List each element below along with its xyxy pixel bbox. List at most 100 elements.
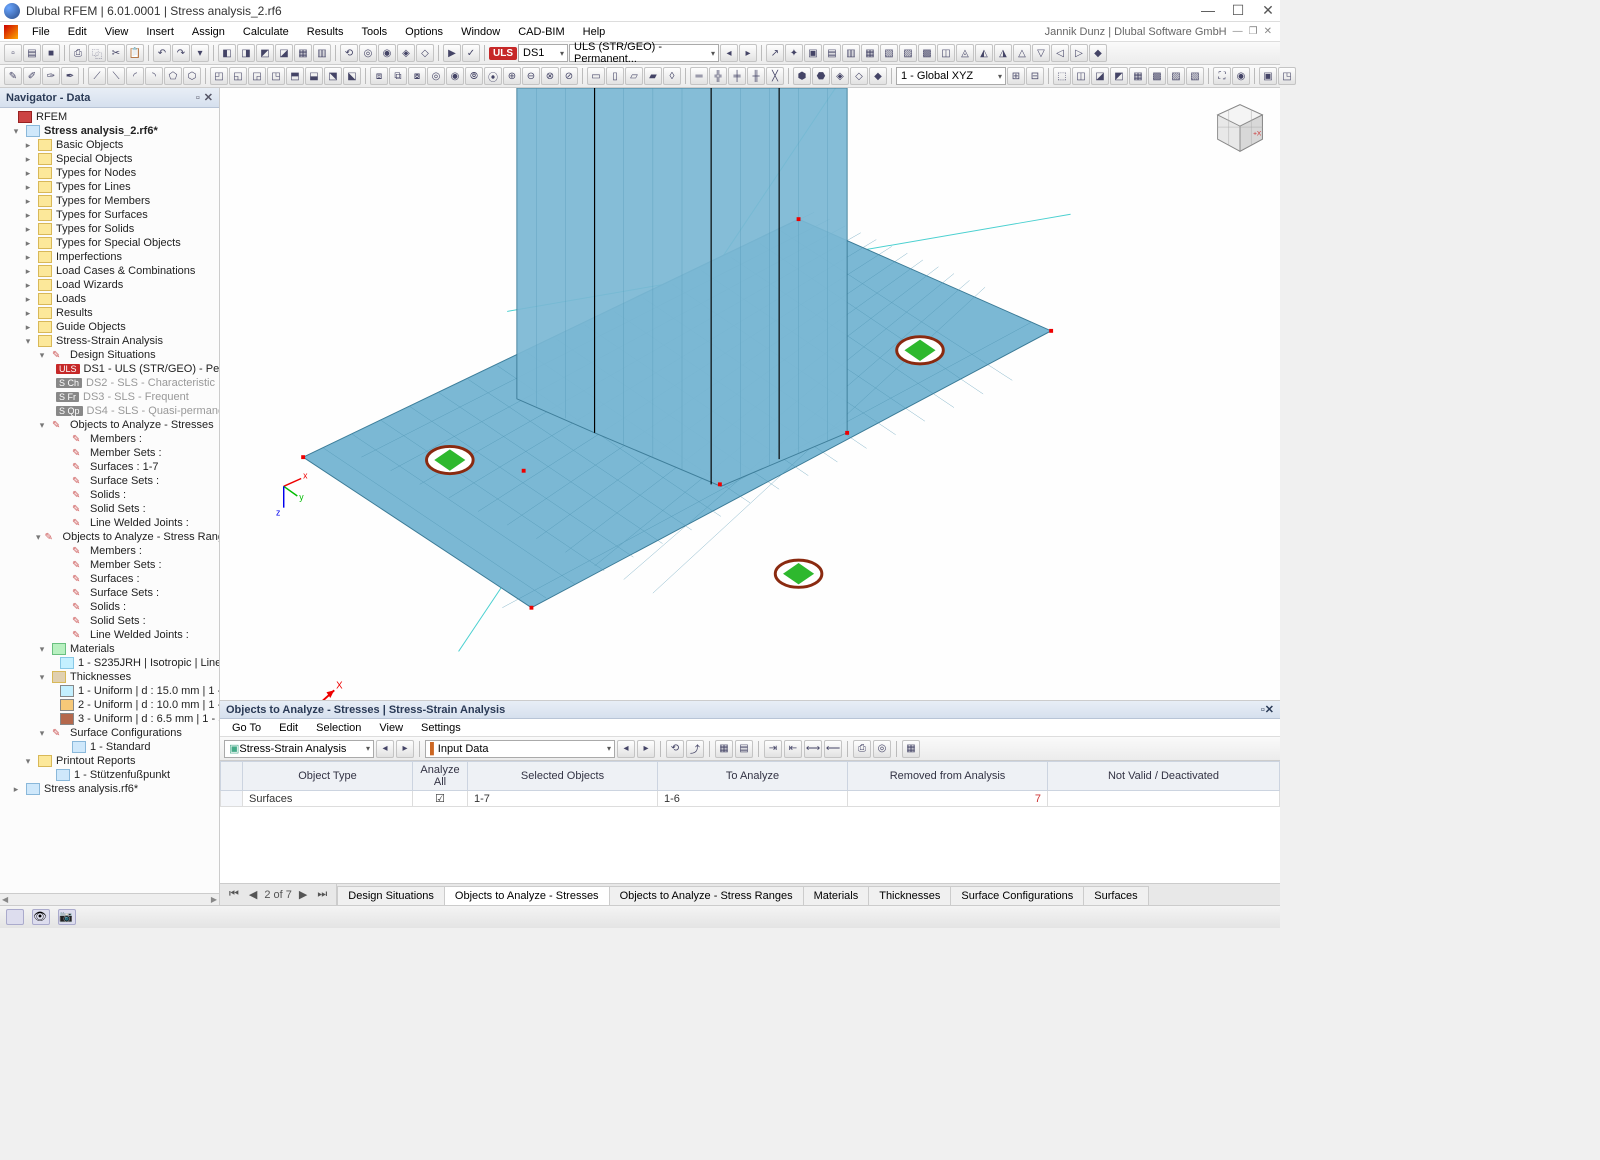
combo-coord[interactable]: 1 - Global XYZ [896,67,1006,85]
menu-file[interactable]: File [24,24,58,40]
tab-surfaces[interactable]: Surfaces [1083,886,1148,905]
r18-icon[interactable]: ◆ [1089,44,1107,62]
r12-icon[interactable]: ◭ [975,44,993,62]
e3-icon[interactable]: ✑ [42,67,60,85]
r7-icon[interactable]: ▧ [880,44,898,62]
sel5-icon[interactable]: ◊ [663,67,681,85]
bp-view[interactable]: View [371,721,411,735]
tab-design-situations[interactable]: Design Situations [337,886,445,905]
history-icon[interactable]: ▾ [191,44,209,62]
tree-folder[interactable]: ▸Guide Objects [0,320,219,334]
e13-icon[interactable]: ◲ [248,67,266,85]
r15-icon[interactable]: ▽ [1032,44,1050,62]
e14-icon[interactable]: ◳ [267,67,285,85]
paste-icon[interactable]: 📋 [126,44,144,62]
cut-icon[interactable]: ✂ [107,44,125,62]
r5-icon[interactable]: ▥ [842,44,860,62]
tree-ota-item[interactable]: Surfaces : 1-7 [0,460,219,474]
tree-ota-item[interactable]: Solids : [0,600,219,614]
page-prev-icon[interactable]: ◀ [246,888,260,901]
r17-icon[interactable]: ▷ [1070,44,1088,62]
e8-icon[interactable]: ◝ [145,67,163,85]
r4-icon[interactable]: ▤ [823,44,841,62]
redo-icon[interactable]: ↷ [172,44,190,62]
m1-icon[interactable]: ═ [690,67,708,85]
tree-thk-item[interactable]: 3 - Uniform | d : 6.5 mm | 1 - S235 [0,712,219,726]
r3-icon[interactable]: ▣ [804,44,822,62]
c4-icon[interactable]: ◇ [850,67,868,85]
navigator-tree[interactable]: RFEM ▾Stress analysis_2.rf6* ▸Basic Obje… [0,108,219,893]
x1-icon[interactable]: ⛶ [1213,67,1231,85]
g3-icon[interactable]: ⬚ [1053,67,1071,85]
c3-icon[interactable]: ◈ [831,67,849,85]
e15-icon[interactable]: ⬒ [286,67,304,85]
tool-c-icon[interactable]: ◉ [378,44,396,62]
status-icon-cam[interactable]: 📷 [58,909,76,925]
bp-settings[interactable]: Settings [413,721,469,735]
view-1-icon[interactable]: ◧ [218,44,236,62]
e28-icon[interactable]: ⊗ [541,67,559,85]
tree-folder[interactable]: ▸Types for Lines [0,180,219,194]
g1-icon[interactable]: ⊞ [1007,67,1025,85]
r11-icon[interactable]: ◬ [956,44,974,62]
bp-t10-icon[interactable]: ◎ [873,740,891,758]
view-5-icon[interactable]: ▦ [294,44,312,62]
tree-folder[interactable]: ▸Types for Special Objects [0,236,219,250]
bp-close-icon[interactable]: ✕ [1265,704,1274,716]
tree-folder[interactable]: ▸Types for Members [0,194,219,208]
c2-icon[interactable]: ⬣ [812,67,830,85]
tool-a-icon[interactable]: ⟲ [340,44,358,62]
tree-ota-item[interactable]: Members : [0,544,219,558]
nav-hscroll[interactable] [0,893,219,905]
x4-icon[interactable]: ◳ [1278,67,1296,85]
bp-combo1[interactable]: ▣ Stress-Strain Analysis [224,740,374,758]
view-3-icon[interactable]: ◩ [256,44,274,62]
menu-view[interactable]: View [97,24,137,40]
e17-icon[interactable]: ⬔ [324,67,342,85]
m4-icon[interactable]: ╫ [747,67,765,85]
e5-icon[interactable]: ⟋ [88,67,106,85]
tool-e-icon[interactable]: ◇ [416,44,434,62]
g9-icon[interactable]: ▨ [1167,67,1185,85]
tree-ota-item[interactable]: Solids : [0,488,219,502]
bp-t7-icon[interactable]: ⟷ [804,740,822,758]
tab-surfcfg[interactable]: Surface Configurations [950,886,1084,905]
tab-ota-stresses[interactable]: Objects to Analyze - Stresses [444,886,610,905]
tree-folder[interactable]: ▸Special Objects [0,152,219,166]
mdi-minimize-icon[interactable]: — [1233,26,1243,37]
menu-window[interactable]: Window [453,24,508,40]
copy-icon[interactable]: ⿻ [88,44,106,62]
tree-thk-item[interactable]: 2 - Uniform | d : 10.0 mm | 1 - S23 [0,698,219,712]
x2-icon[interactable]: ◉ [1232,67,1250,85]
open-icon[interactable]: ▤ [23,44,41,62]
combo-ds-desc[interactable]: ULS (STR/GEO) - Permanent... [569,44,719,62]
tree-folder[interactable]: ▸Basic Objects [0,138,219,152]
c5-icon[interactable]: ◆ [869,67,887,85]
menu-calculate[interactable]: Calculate [235,24,297,40]
e2-icon[interactable]: ✐ [23,67,41,85]
menu-tools[interactable]: Tools [353,24,395,40]
tree-ota-item[interactable]: Line Welded Joints : [0,516,219,530]
tree-ota-item[interactable]: Line Welded Joints : [0,628,219,642]
r2-icon[interactable]: ✦ [785,44,803,62]
e18-icon[interactable]: ⬕ [343,67,361,85]
tree-ota-item[interactable]: Surface Sets : [0,586,219,600]
r10-icon[interactable]: ◫ [937,44,955,62]
tree-folder[interactable]: ▸Results [0,306,219,320]
tree-ota-item[interactable]: Member Sets : [0,446,219,460]
g7-icon[interactable]: ▦ [1129,67,1147,85]
e24-icon[interactable]: ⦾ [465,67,483,85]
status-icon-1[interactable] [6,909,24,925]
tree-folder[interactable]: ▸Load Cases & Combinations [0,264,219,278]
menu-options[interactable]: Options [397,24,451,40]
r8-icon[interactable]: ▨ [899,44,917,62]
sel1-icon[interactable]: ▭ [587,67,605,85]
page-next-icon[interactable]: ▶ [296,888,310,901]
bp-combo2[interactable]: ▌ Input Data [425,740,615,758]
results-icon[interactable]: ✓ [462,44,480,62]
bp-t3-icon[interactable]: ▦ [715,740,733,758]
tree-ota-item[interactable]: Surface Sets : [0,474,219,488]
e22-icon[interactable]: ◎ [427,67,445,85]
r16-icon[interactable]: ◁ [1051,44,1069,62]
r6-icon[interactable]: ▦ [861,44,879,62]
